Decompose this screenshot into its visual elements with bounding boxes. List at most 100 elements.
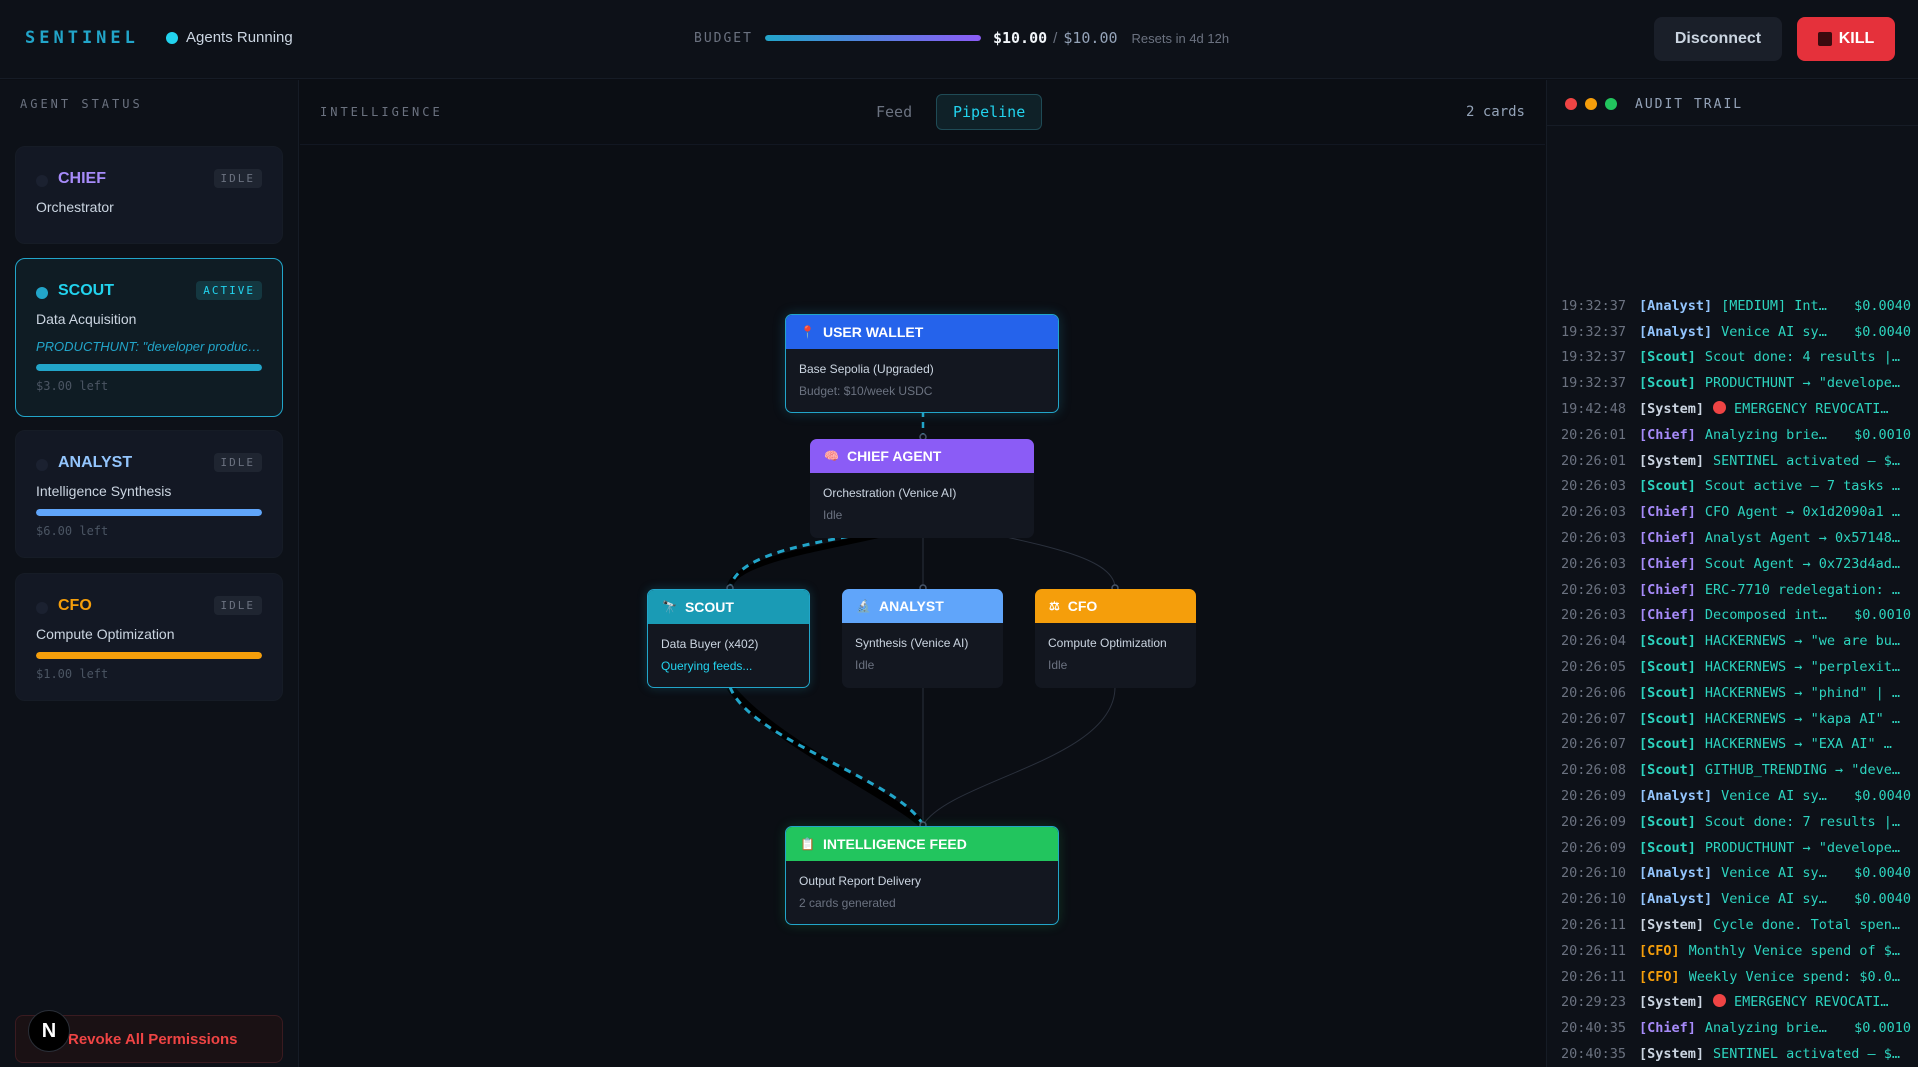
agent-name: ANALYST — [58, 454, 133, 471]
node-title: INTELLIGENCE FEED — [822, 836, 967, 852]
status-dot-icon — [36, 175, 48, 187]
log-entry: 20:26:03 [Chief] Analyst Agent → 0x57148… — [1561, 525, 1911, 551]
log-message: Weekly Venice spend: $0.0… — [1689, 969, 1911, 985]
status-badge: IDLE — [213, 169, 262, 188]
log-agent-tag: [Scout] — [1639, 762, 1696, 779]
intelligence-panel: INTELLIGENCE Feed Pipeline 2 cards 📍 USE… — [300, 80, 1545, 1067]
log-message-text: Scout done: 4 results |… — [1704, 349, 1900, 366]
log-entry: 20:26:09 [Scout] Scout done: 7 results |… — [1561, 809, 1911, 835]
log-message-text: HACKERNEWS → "perplexit… — [1704, 659, 1900, 676]
log-message: SENTINEL activated — $… — [1713, 453, 1911, 469]
edge-cfo-feed — [922, 686, 1116, 826]
node-header: ⚖ CFO — [1035, 589, 1196, 623]
log-message-text: Venice AI sy… — [1721, 323, 1827, 340]
log-message-text: HACKERNEWS → "kapa AI" … — [1704, 710, 1900, 727]
budget-label: BUDGET — [694, 30, 753, 46]
log-cost: $0.0040 — [1854, 865, 1911, 882]
agent-name: SCOUT — [58, 282, 114, 299]
log-agent-tag: [System] — [1639, 1046, 1705, 1062]
status-badge: IDLE — [213, 453, 262, 472]
log-message-text: HACKERNEWS → "we are bu… — [1704, 633, 1900, 650]
node-title: ANALYST — [878, 598, 944, 614]
log-time: 20:26:09 — [1561, 788, 1627, 805]
log-time: 19:32:37 — [1561, 349, 1627, 366]
log-entry: 20:26:06 [Scout] HACKERNEWS → "phind" | … — [1561, 680, 1911, 706]
node-scout[interactable]: 🔭 SCOUT Data Buyer (x402) Querying feeds… — [647, 589, 810, 688]
window-minimize-icon — [1585, 98, 1597, 110]
agent-budget-left: $6.00 left — [36, 524, 109, 538]
log-agent-tag: [Scout] — [1639, 684, 1696, 701]
node-analyst[interactable]: 🔬 ANALYST Synthesis (Venice AI) Idle — [842, 589, 1003, 688]
n-logo-icon[interactable]: N — [28, 1010, 70, 1052]
node-detail: Idle — [855, 658, 875, 672]
log-cost: $0.0040 — [1854, 891, 1911, 908]
log-time: 20:26:03 — [1561, 478, 1627, 495]
log-entry: 19:32:37 [Analyst] Venice AI sy… $0.0040 — [1561, 319, 1911, 345]
agent-budget-left: $1.00 left — [36, 667, 109, 681]
log-message-text: Scout active — 7 tasks … — [1704, 478, 1900, 495]
node-detail: Budget: $10/week USDC — [799, 384, 933, 398]
node-detail: 2 cards generated — [799, 896, 896, 910]
log-entry: 19:32:37 [Scout] PRODUCTHUNT → "develope… — [1561, 370, 1911, 396]
log-entry: 19:32:37 [Analyst] [MEDIUM] Int… $0.0040 — [1561, 293, 1911, 319]
agent-card-analyst[interactable]: ANALYST IDLE Intelligence Synthesis $6.0… — [15, 430, 283, 558]
agent-card-cfo[interactable]: CFO IDLE Compute Optimization $1.00 left — [15, 573, 283, 701]
node-detail: Querying feeds... — [661, 659, 753, 673]
agent-card-scout[interactable]: SCOUT ACTIVE Data Acquisition PRODUCTHUN… — [15, 258, 283, 417]
log-message: [MEDIUM] Int… — [1721, 298, 1844, 314]
log-message-text: [MEDIUM] Int… — [1721, 297, 1827, 314]
log-time: 20:26:11 — [1561, 968, 1627, 985]
log-time: 20:26:01 — [1561, 452, 1627, 469]
top-bar: SENTINEL Agents Running BUDGET $10.00 / … — [0, 0, 1918, 79]
log-agent-tag: [Chief] — [1639, 426, 1696, 443]
audit-log-list[interactable]: 19:32:37 [Analyst] [MEDIUM] Int… $0.0040 19:… — [1561, 293, 1911, 1067]
disconnect-button[interactable]: Disconnect — [1654, 17, 1782, 61]
log-message: CFO Agent → 0x1d2090a1 … — [1705, 504, 1911, 520]
node-header: 📋 INTELLIGENCE FEED — [786, 827, 1058, 861]
kill-label: KILL — [1838, 30, 1875, 47]
agent-budget-bar — [36, 652, 262, 659]
node-cfo[interactable]: ⚖ CFO Compute Optimization Idle — [1035, 589, 1196, 688]
log-message: Scout done: 7 results |… — [1705, 814, 1911, 830]
log-message-text: EMERGENCY REVOCATI… — [1734, 401, 1889, 418]
sidebar-title: AGENT STATUS — [20, 97, 143, 111]
log-time: 20:26:03 — [1561, 504, 1627, 521]
agent-card-chief[interactable]: CHIEF IDLE Orchestrator — [15, 146, 283, 244]
log-message: Analyst Agent → 0x57148… — [1705, 530, 1911, 546]
log-message: GITHUB_TRENDING → "deve… — [1705, 762, 1911, 778]
log-entry: 19:32:37 [Scout] Scout done: 4 results |… — [1561, 345, 1911, 371]
node-subtitle: Compute Optimization — [1048, 636, 1167, 650]
brain-icon: 🧠 — [824, 449, 839, 463]
log-entry: 20:26:08 [Scout] GITHUB_TRENDING → "deve… — [1561, 757, 1911, 783]
node-header: 🔭 SCOUT — [648, 590, 809, 624]
log-entry: 20:29:23 [System] EMERGENCY REVOCATI… — [1561, 990, 1911, 1016]
log-entry: 20:26:10 [Analyst] Venice AI sy… $0.0040 — [1561, 861, 1911, 887]
log-message: HACKERNEWS → "perplexit… — [1705, 659, 1911, 675]
agent-budget-fill — [36, 509, 262, 516]
status-dot-icon — [36, 287, 48, 299]
node-header: 🧠 CHIEF AGENT — [810, 439, 1034, 473]
log-agent-tag: [Scout] — [1639, 710, 1696, 727]
log-entry: 20:26:03 [Scout] Scout active — 7 tasks … — [1561, 474, 1911, 500]
log-agent-tag: [Scout] — [1639, 736, 1696, 753]
node-chief-agent[interactable]: 🧠 CHIEF AGENT Orchestration (Venice AI) … — [810, 439, 1034, 538]
node-user-wallet[interactable]: 📍 USER WALLET Base Sepolia (Upgraded) Bu… — [785, 314, 1059, 413]
log-message-text: EMERGENCY REVOCATI… — [1734, 994, 1889, 1011]
log-entry: 20:26:03 [Chief] CFO Agent → 0x1d2090a1 … — [1561, 499, 1911, 525]
microscope-icon: 🔬 — [856, 599, 871, 613]
node-intelligence-feed[interactable]: 📋 INTELLIGENCE FEED Output Report Delive… — [785, 826, 1059, 925]
brand-logo: SENTINEL — [25, 28, 139, 48]
log-time: 20:29:23 — [1561, 994, 1627, 1011]
log-message: Venice AI sy… — [1721, 891, 1844, 907]
kill-button[interactable]: KILL — [1797, 17, 1895, 61]
log-time: 20:26:05 — [1561, 659, 1627, 676]
log-cost: $0.0040 — [1854, 297, 1911, 314]
log-entry: 20:26:01 [System] SENTINEL activated — $… — [1561, 448, 1911, 474]
log-entry: 19:42:48 [System] EMERGENCY REVOCATI… — [1561, 396, 1911, 422]
budget-progress-bar — [764, 35, 981, 41]
log-time: 20:26:03 — [1561, 581, 1627, 598]
log-message: Scout done: 4 results |… — [1705, 349, 1911, 365]
log-message-text: PRODUCTHUNT → "develope… — [1704, 375, 1900, 392]
log-time: 20:26:11 — [1561, 917, 1627, 934]
log-message: EMERGENCY REVOCATI… — [1713, 994, 1911, 1010]
